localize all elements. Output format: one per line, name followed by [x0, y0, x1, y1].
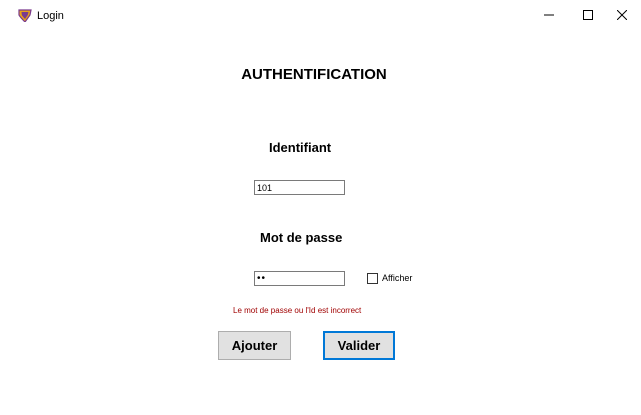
id-field[interactable] [254, 180, 345, 195]
window-title: Login [37, 10, 64, 22]
app-shield-icon [18, 9, 32, 23]
page-title: AUTHENTIFICATION [241, 66, 387, 83]
login-window: Login AUTHENTIFICATION Identifiant Mot d… [0, 0, 641, 415]
show-password-checkbox[interactable] [367, 273, 378, 284]
error-message: Le mot de passe ou l'Id est incorrect [233, 306, 362, 315]
id-label: Identifiant [269, 140, 332, 155]
password-label: Mot de passe [260, 230, 343, 245]
title-bar[interactable]: Login [0, 0, 641, 31]
close-icon [616, 7, 628, 25]
submit-button[interactable]: Valider [323, 331, 395, 360]
minimize-icon [544, 7, 554, 25]
add-button[interactable]: Ajouter [218, 331, 291, 360]
password-field[interactable] [254, 271, 345, 286]
maximize-icon [583, 7, 593, 25]
show-password-label[interactable]: Afficher [382, 273, 412, 284]
close-button[interactable] [599, 0, 641, 31]
